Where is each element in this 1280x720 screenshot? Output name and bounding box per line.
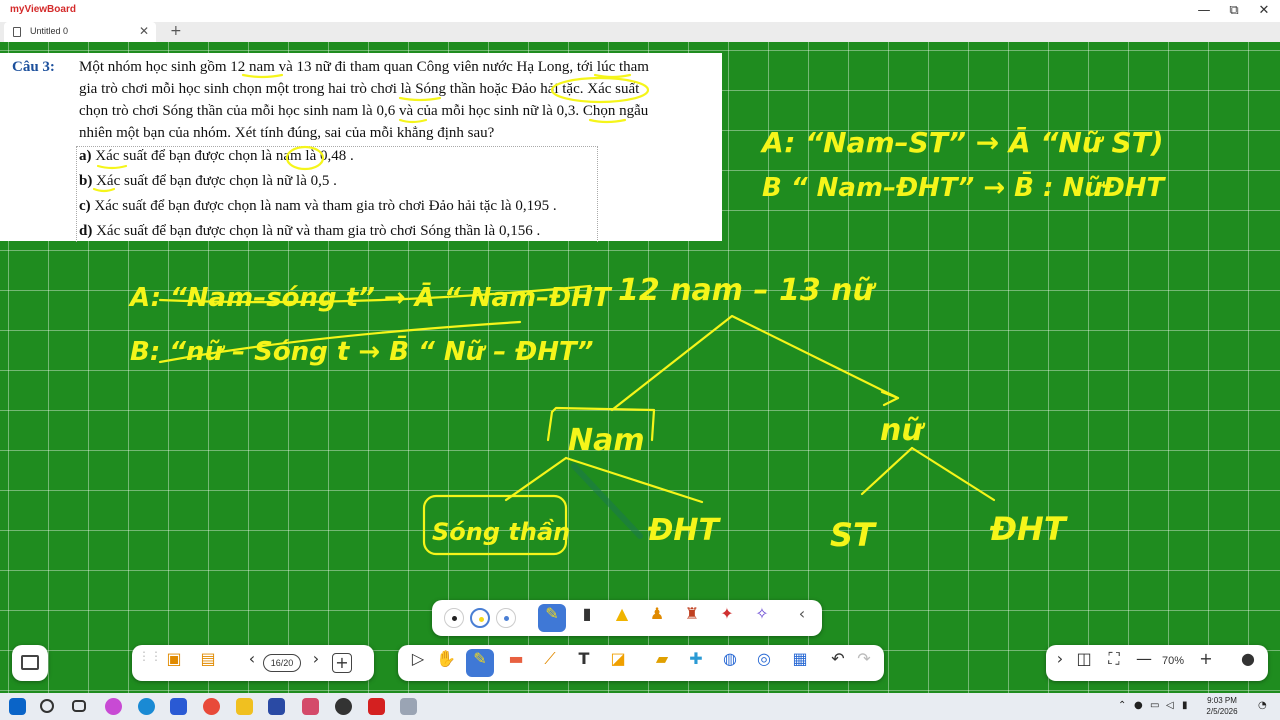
redo-icon[interactable]: ↷ [850, 649, 878, 677]
zoom-out-button[interactable]: — [1130, 649, 1158, 677]
windows-start-icon[interactable] [9, 698, 26, 715]
pen-size-small[interactable] [444, 608, 464, 628]
volume-icon[interactable]: ◁ [1166, 700, 1174, 711]
user-account-icon[interactable]: ● [1234, 649, 1262, 677]
eraser-tool-icon[interactable]: ▬ [502, 649, 530, 677]
clock-time: 9:03 PM [1207, 696, 1237, 705]
copilot-icon[interactable] [105, 698, 122, 715]
view-toolbar: › ◫ ⛶ — 70% + ● [1046, 645, 1268, 681]
clock-date: 2/5/2026 [1206, 707, 1238, 716]
option-b: b) Xác suất để bạn được chọn là nữ là 0,… [79, 173, 337, 189]
sparkle-pen-icon[interactable]: ✧ [748, 604, 776, 632]
folder-icon[interactable]: ▰ [648, 649, 676, 677]
screen-capture-icon [21, 655, 39, 670]
microphone-icon[interactable]: ● [1134, 700, 1143, 711]
magic-wand-icon[interactable]: ⟋ [536, 649, 564, 677]
tab-title: Untitled 0 [30, 26, 69, 36]
close-window-button[interactable]: ✕ [1250, 2, 1278, 20]
display-icon[interactable] [268, 698, 285, 715]
fit-screen-icon[interactable]: ⛶ [1100, 649, 1128, 677]
hand-tool-icon[interactable]: ✋ [432, 649, 460, 677]
page-toolbar: ⋮⋮ ▣ ▤ ‹ 16/20 › + [132, 645, 374, 681]
map-icon[interactable]: ◫ [1070, 649, 1098, 677]
search-icon[interactable] [40, 699, 54, 713]
tab-bar: Untitled 0 ✕ + [0, 22, 1280, 42]
sticky-note-icon[interactable]: ◪ [604, 649, 632, 677]
battery-icon[interactable]: ▮ [1182, 700, 1188, 711]
clipboard-icon[interactable]: ▤ [194, 649, 222, 677]
title-bar: myViewBoard — ⧉ ✕ [0, 0, 1280, 22]
brush-pen-icon[interactable]: ♟ [643, 604, 671, 632]
add-page-button[interactable]: + [332, 653, 352, 673]
option-c: c) Xác suất để bạn được chọn là nam và t… [79, 198, 557, 214]
question-line-2: gia trò chơi mỗi học sinh chọn một trong… [79, 81, 640, 97]
zoom-in-button[interactable]: + [1192, 649, 1220, 677]
zoom-level[interactable]: 70% [1162, 655, 1184, 667]
calligraphy-pen-icon[interactable]: ♜ [678, 604, 706, 632]
toolbox-icon[interactable]: ✚ [682, 649, 710, 677]
myviewboard-task-icon[interactable] [302, 698, 319, 715]
system-clock[interactable]: 9:03 PM 2/5/2026 [1200, 695, 1244, 717]
question-line-3: chọn trò chơi Sóng thần của mỗi học sinh… [79, 103, 649, 119]
chrome-icon[interactable] [203, 698, 220, 715]
pen-tool-icon[interactable]: ✎ [466, 649, 494, 677]
app-logo: myViewBoard [10, 4, 76, 15]
tab-untitled[interactable]: Untitled 0 ✕ [4, 22, 156, 42]
question-label: Câu 3: [12, 59, 55, 75]
notification-bell-icon[interactable]: ◔ [1258, 700, 1267, 711]
prev-page-button[interactable]: ‹ [238, 649, 266, 677]
pen-size-medium[interactable] [470, 608, 490, 628]
network-icon[interactable]: ▭ [1150, 700, 1159, 711]
option-d: d) Xác suất để bạn được chọn là nữ và th… [79, 223, 541, 239]
restore-button[interactable]: ⧉ [1220, 2, 1248, 20]
file-explorer-icon[interactable] [236, 698, 253, 715]
page-indicator[interactable]: 16/20 [263, 654, 301, 672]
task-view-icon[interactable] [72, 700, 86, 712]
question-line-4: nhiên một bạn của nhóm. Xét tính đúng, s… [79, 125, 495, 141]
board-library-icon[interactable]: ▣ [160, 649, 188, 677]
undo-icon[interactable]: ↶ [824, 649, 852, 677]
text-tool-icon[interactable]: T [570, 649, 598, 677]
option-a: a) Xác suất để bạn được chọn là nam là 0… [79, 148, 354, 164]
new-tab-button[interactable]: + [170, 23, 182, 39]
screen-capture-button[interactable] [12, 645, 48, 681]
collapse-pen-toolbar-icon[interactable]: ‹ [788, 604, 816, 632]
apps-grid-icon[interactable]: ▦ [786, 649, 814, 677]
document-icon [13, 27, 21, 37]
marker-pen-icon[interactable]: ▮ [573, 604, 601, 632]
store-icon[interactable] [170, 698, 187, 715]
highlighter-pen-icon[interactable]: ✎ [538, 604, 566, 632]
edge-icon[interactable] [138, 698, 155, 715]
next-page-button[interactable]: › [302, 649, 330, 677]
globe-icon[interactable]: ◍ [716, 649, 744, 677]
pen-toolbar: ✎ ▮ ▲ ♟ ♜ ✦ ✧ ‹ [432, 600, 822, 636]
question-line-1: Một nhóm học sinh gồm 12 nam và 13 nữ đi… [79, 59, 649, 75]
tab-close-icon[interactable]: ✕ [139, 24, 149, 38]
minimize-button[interactable]: — [1190, 2, 1218, 20]
windows-taskbar: ⌃ ● ▭ ◁ ▮ 9:03 PM 2/5/2026 ◔ [0, 693, 1280, 720]
main-toolbar: ▷ ✋ ✎ ▬ ⟋ T ◪ ▰ ✚ ◍ ◎ ▦ ↶ ↷ [398, 645, 884, 681]
obs-icon[interactable] [335, 698, 352, 715]
app-icon[interactable] [400, 698, 417, 715]
select-tool-icon[interactable]: ▷ [404, 649, 432, 677]
acrobat-icon[interactable] [368, 698, 385, 715]
question-panel: Câu 3: Một nhóm học sinh gồm 12 nam và 1… [0, 53, 722, 242]
tray-chevron-icon[interactable]: ⌃ [1118, 700, 1126, 711]
pen-size-large[interactable] [496, 608, 516, 628]
screenshot-icon[interactable]: ◎ [750, 649, 778, 677]
magic-pen-icon[interactable]: ✦ [713, 604, 741, 632]
crayon-pen-icon[interactable]: ▲ [608, 604, 636, 632]
